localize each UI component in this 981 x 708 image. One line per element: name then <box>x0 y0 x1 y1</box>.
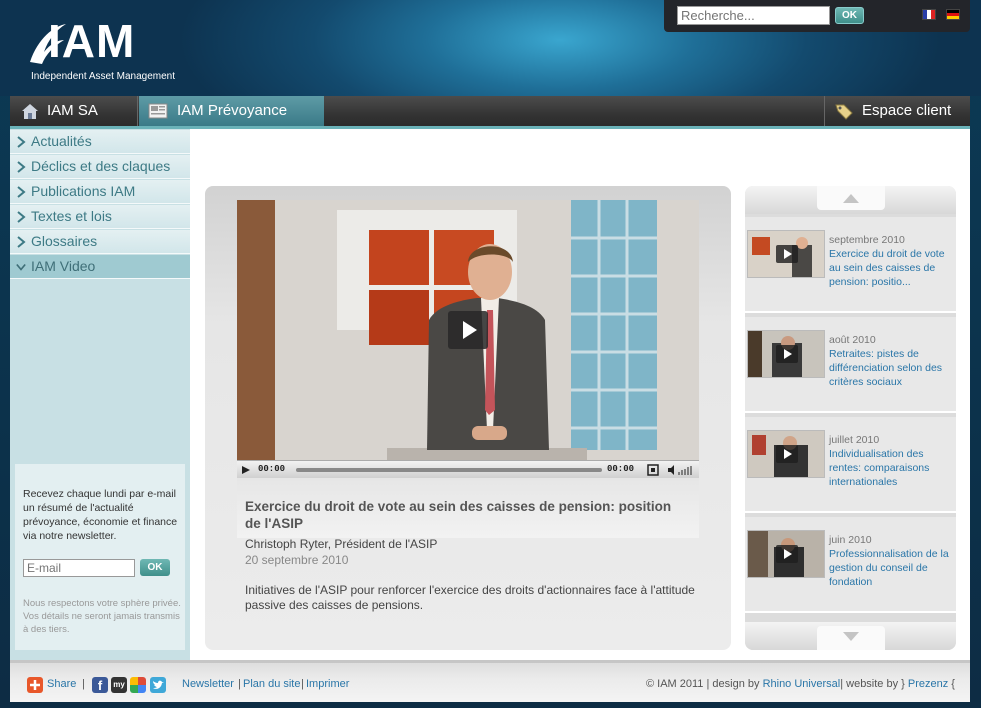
footer-link-imprimer[interactable]: Imprimer <box>306 678 349 690</box>
espace-client-link[interactable]: Espace client <box>824 96 970 126</box>
chevron-right-icon <box>17 136 26 148</box>
twitter-icon[interactable] <box>150 677 166 693</box>
facebook-icon[interactable]: f <box>92 677 108 693</box>
sidebar-item-label: Textes et lois <box>31 208 112 224</box>
footer-separator: | <box>82 678 85 690</box>
sidebar-item-label: Glossaires <box>31 233 98 249</box>
tab-label: IAM SA <box>47 102 98 119</box>
playlist-item-date: juillet 2010 <box>829 434 880 446</box>
playlist-item-title[interactable]: Exercice du droit de vote au sein des ca… <box>829 247 955 289</box>
newspaper-icon <box>148 103 168 119</box>
sidebar-item-glossaires[interactable]: Glossaires <box>10 230 190 254</box>
sidebar-item-iam-video[interactable]: IAM Video <box>10 255 190 279</box>
tab-label: IAM Prévoyance <box>177 102 288 119</box>
video-date: 20 septembre 2010 <box>245 553 349 567</box>
footer-separator: | <box>238 678 241 690</box>
sidebar-item-label: Actualités <box>31 133 92 149</box>
myspace-icon[interactable]: my <box>111 677 127 693</box>
playlist-thumbnail[interactable] <box>747 330 825 378</box>
play-small-icon[interactable] <box>241 465 251 475</box>
video-title: Exercice du droit de vote au sein des ca… <box>245 499 672 531</box>
developer-link[interactable]: Prezenz <box>908 678 948 690</box>
play-icon <box>463 321 477 339</box>
newsletter-privacy-note: Nous respectons votre sphère privée. Vos… <box>23 598 181 635</box>
fullscreen-icon[interactable] <box>647 464 659 476</box>
share-icon[interactable] <box>27 677 43 693</box>
sidebar-item-label: Publications IAM <box>31 183 136 199</box>
time-total: 00:00 <box>607 464 635 474</box>
copyright-text: © IAM 2011 | design by <box>646 678 760 690</box>
playlist-item-title[interactable]: Professionnalisation de la gestion du co… <box>829 547 955 589</box>
playlist-scroll-down-button[interactable] <box>817 626 885 650</box>
playlist-scroll-up-button[interactable] <box>817 186 885 210</box>
play-button[interactable] <box>448 311 488 349</box>
house-icon <box>22 104 38 119</box>
video-progress-bar[interactable] <box>296 468 602 472</box>
website-by-text: | website by } <box>840 678 908 690</box>
chevron-right-icon <box>17 211 26 223</box>
newsletter-submit-button[interactable]: OK <box>140 559 170 576</box>
newsletter-email-field[interactable] <box>23 559 135 577</box>
tab-label: Espace client <box>862 102 952 119</box>
tag-icon <box>835 104 853 120</box>
sidebar-item-actualites[interactable]: Actualités <box>10 130 190 154</box>
arrow-up-icon <box>843 194 859 203</box>
time-current: 00:00 <box>258 464 286 474</box>
tab-iam-prevoyance[interactable]: IAM Prévoyance <box>139 96 324 126</box>
tab-iam-sa[interactable]: IAM SA <box>10 96 138 126</box>
search-input[interactable] <box>677 6 830 25</box>
video-controls: 00:00 00:00 <box>237 460 699 478</box>
newsletter-text: Recevez chaque lundi par e-mail un résum… <box>23 488 178 542</box>
footer-link-plan-du-site[interactable]: Plan du site <box>243 678 300 690</box>
chevron-right-icon <box>17 186 26 198</box>
playlist-item-date: juin 2010 <box>829 534 872 546</box>
sidebar-item-textes[interactable]: Textes et lois <box>10 205 190 229</box>
chevron-right-icon <box>17 236 26 248</box>
video-description: Initiatives de l'ASIP pour renforcer l'e… <box>245 583 695 612</box>
sidebar-item-publications[interactable]: Publications IAM <box>10 180 190 204</box>
footer-separator: | <box>301 678 304 690</box>
playlist-item-title[interactable]: Individualisation des rentes: comparaiso… <box>829 447 955 489</box>
chevron-right-icon <box>17 161 26 173</box>
sidebar-item-label: IAM Video <box>31 258 96 274</box>
playlist-item-title[interactable]: Retraites: pistes de différenciation sel… <box>829 347 955 389</box>
sidebar-item-label: Déclics et des claques <box>31 158 171 174</box>
playlist-item-date: août 2010 <box>829 334 876 346</box>
arrow-down-icon <box>843 632 859 641</box>
google-icon[interactable] <box>130 677 146 693</box>
volume-icon[interactable] <box>667 464 695 476</box>
chevron-down-icon <box>16 263 26 271</box>
playlist-thumbnail[interactable] <box>747 530 825 578</box>
flag-de-icon[interactable] <box>946 9 960 20</box>
playlist-item-date: septembre 2010 <box>829 234 905 246</box>
playlist-thumbnail[interactable] <box>747 430 825 478</box>
footer-link-newsletter[interactable]: Newsletter <box>182 678 234 690</box>
search-button[interactable]: OK <box>835 7 864 24</box>
brace-text: { <box>948 678 955 690</box>
playlist-thumbnail[interactable] <box>747 230 825 278</box>
sidebar-item-declics[interactable]: Déclics et des claques <box>10 155 190 179</box>
flag-fr-icon[interactable] <box>922 9 936 20</box>
video-author: Christoph Ryter, Président de l'ASIP <box>245 537 438 551</box>
logo-subtitle: Independent Asset Management <box>31 71 175 82</box>
share-link[interactable]: Share <box>47 678 76 690</box>
designer-link[interactable]: Rhino Universal <box>763 678 841 690</box>
footer-credits: © IAM 2011 | design by Rhino Universal| … <box>646 678 955 690</box>
logo[interactable]: IAM <box>48 14 135 68</box>
